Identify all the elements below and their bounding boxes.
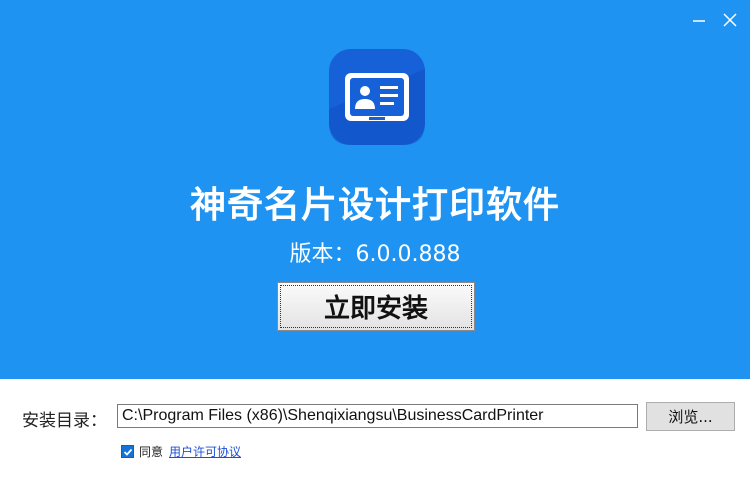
business-card-icon bbox=[329, 49, 425, 145]
license-agreement-link[interactable]: 用户许可协议 bbox=[169, 443, 241, 460]
install-button[interactable]: 立即安装 bbox=[277, 282, 475, 331]
version-label: 版本：6.0.0.888 bbox=[289, 242, 461, 267]
minimize-button[interactable] bbox=[687, 8, 711, 32]
install-path-input[interactable] bbox=[117, 404, 638, 428]
minimize-icon bbox=[693, 20, 705, 22]
close-button[interactable] bbox=[718, 8, 742, 32]
close-icon bbox=[723, 13, 737, 27]
header-panel: 神奇名片设计打印软件 版本：6.0.0.888 立即安装 bbox=[0, 0, 750, 379]
agreement-row: 同意 用户许可协议 bbox=[121, 443, 241, 460]
app-title: 神奇名片设计打印软件 bbox=[189, 185, 560, 226]
install-dir-label: 安装目录： bbox=[22, 411, 107, 431]
checkmark-icon bbox=[123, 448, 132, 456]
agree-label: 同意 bbox=[139, 445, 164, 459]
agree-checkbox[interactable] bbox=[121, 445, 134, 458]
browse-button[interactable]: 浏览... bbox=[646, 402, 735, 431]
